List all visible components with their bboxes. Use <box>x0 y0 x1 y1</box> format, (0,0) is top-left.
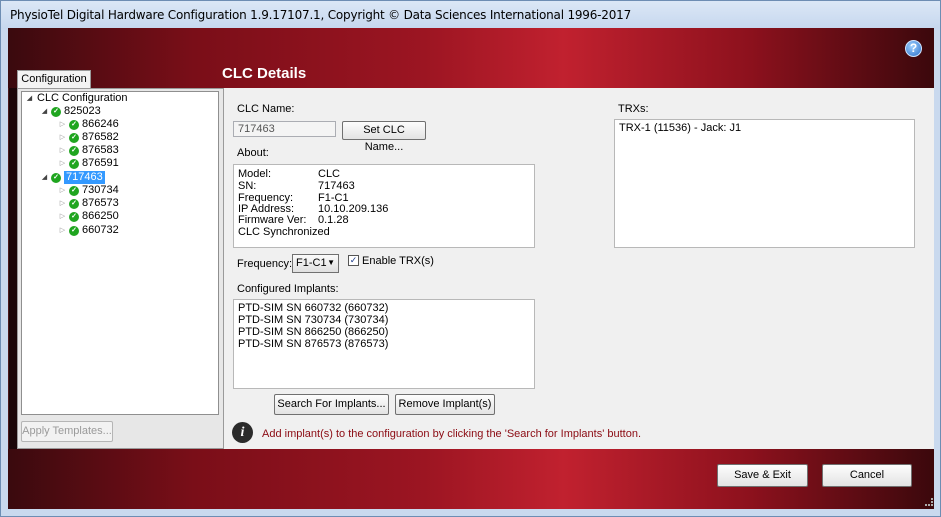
clc-name-label: CLC Name: <box>237 103 295 115</box>
collapse-triangle-icon[interactable]: ▷ <box>58 118 67 131</box>
about-label: About: <box>237 147 269 159</box>
list-item[interactable]: PTD-SIM SN 876573 (876573) <box>238 338 530 350</box>
tree-node-label: 717463 <box>64 171 105 184</box>
configured-implants-label: Configured Implants: <box>237 283 339 295</box>
trx-list[interactable]: TRX-1 (11536) - Jack: J1 <box>614 119 915 248</box>
enable-trx-checkbox[interactable]: ✓ <box>348 255 359 266</box>
tree-node-implant[interactable]: ▷ ✓ 866250 <box>58 210 119 223</box>
collapse-triangle-icon[interactable]: ▷ <box>58 224 67 237</box>
expand-triangle-icon[interactable]: ◢ <box>40 171 49 184</box>
search-implants-button[interactable]: Search For Implants... <box>274 394 389 415</box>
check-icon: ✓ <box>69 119 79 130</box>
clc-name-field[interactable]: 717463 <box>233 121 336 137</box>
check-icon: ✓ <box>69 198 79 209</box>
save-exit-button[interactable]: Save & Exit <box>717 464 808 487</box>
resize-grip-icon[interactable] <box>925 498 933 506</box>
configuration-tree[interactable] <box>21 91 219 415</box>
collapse-triangle-icon[interactable]: ▷ <box>58 131 67 144</box>
check-icon: ✓ <box>69 145 79 156</box>
tree-node-label: 876573 <box>82 197 119 209</box>
tree-node-label: 866250 <box>82 210 119 222</box>
set-clc-name-button[interactable]: Set CLC Name... <box>342 121 426 153</box>
expand-triangle-icon[interactable]: ◢ <box>25 92 34 105</box>
about-value: 0.1.28 <box>318 214 349 226</box>
about-value: 717463 <box>318 180 355 192</box>
tree-node-implant[interactable]: ▷ ✓ 660732 <box>58 224 119 237</box>
tab-configuration[interactable]: Configuration <box>17 70 91 89</box>
tree-root-label: CLC Configuration <box>37 92 128 104</box>
enable-trx-label: Enable TRX(s) <box>362 255 434 267</box>
cancel-button[interactable]: Cancel <box>822 464 912 487</box>
tree-node-label: 876582 <box>82 131 119 143</box>
trx-label: TRXs: <box>618 103 649 115</box>
check-icon: ✓ <box>51 106 61 117</box>
check-icon: ✓ <box>69 211 79 222</box>
tree-node-label: 876591 <box>82 157 119 169</box>
collapse-triangle-icon[interactable]: ▷ <box>58 210 67 223</box>
title-bar: PhysioTel Digital Hardware Configuration… <box>1 1 940 29</box>
frequency-value: F1-C1 <box>296 257 327 269</box>
sync-status: CLC Synchronized <box>238 226 330 238</box>
collapse-triangle-icon[interactable]: ▷ <box>58 184 67 197</box>
chevron-down-icon: ▼ <box>327 258 335 267</box>
list-item[interactable]: PTD-SIM SN 660732 (660732) <box>238 302 530 314</box>
tree-node-implant[interactable]: ▷ ✓ 876582 <box>58 131 119 144</box>
tree-node-clc-selected[interactable]: ◢ ✓ 717463 <box>40 171 105 184</box>
expand-triangle-icon[interactable]: ◢ <box>40 105 49 118</box>
list-item[interactable]: PTD-SIM SN 866250 (866250) <box>238 326 530 338</box>
collapse-triangle-icon[interactable]: ▷ <box>58 157 67 170</box>
tree-root[interactable]: ◢ CLC Configuration <box>25 92 128 105</box>
check-icon: ✓ <box>69 158 79 169</box>
window-title: PhysioTel Digital Hardware Configuration… <box>10 8 632 22</box>
tree-node-implant[interactable]: ▷ ✓ 866246 <box>58 118 119 131</box>
apply-templates-button[interactable]: Apply Templates... <box>21 421 113 442</box>
check-icon: ✓ <box>69 132 79 143</box>
tree-node-implant[interactable]: ▷ ✓ 876591 <box>58 157 119 170</box>
tree-node-implant[interactable]: ▷ ✓ 876583 <box>58 144 119 157</box>
section-title: CLC Details <box>222 65 307 82</box>
list-item[interactable]: PTD-SIM SN 730734 (730734) <box>238 314 530 326</box>
info-icon: i <box>232 422 253 443</box>
tree-node-label: 730734 <box>82 184 119 196</box>
check-icon: ✓ <box>69 185 79 196</box>
tree-node-implant[interactable]: ▷ ✓ 730734 <box>58 184 119 197</box>
tree-node-label: 876583 <box>82 144 119 156</box>
tree-node-implant[interactable]: ▷ ✓ 876573 <box>58 197 119 210</box>
collapse-triangle-icon[interactable]: ▷ <box>58 197 67 210</box>
tree-node-label: 660732 <box>82 224 119 236</box>
collapse-triangle-icon[interactable]: ▷ <box>58 144 67 157</box>
frequency-label: Frequency: <box>237 258 293 270</box>
tree-node-label: 825023 <box>64 105 101 117</box>
about-key: SN: <box>238 180 257 192</box>
help-icon[interactable]: ? <box>905 40 922 57</box>
about-value: CLC <box>318 168 341 180</box>
check-icon: ✓ <box>51 172 61 183</box>
check-icon: ✓ <box>69 225 79 236</box>
about-key: Model: <box>238 168 272 180</box>
tree-node-clc[interactable]: ◢ ✓ 825023 <box>40 105 101 118</box>
remove-implants-button[interactable]: Remove Implant(s) <box>395 394 495 415</box>
configured-implants-list[interactable]: PTD-SIM SN 660732 (660732) PTD-SIM SN 73… <box>233 299 535 389</box>
header-band <box>8 28 934 88</box>
list-item[interactable]: TRX-1 (11536) - Jack: J1 <box>619 122 910 134</box>
about-key: Firmware Ver: <box>238 214 307 226</box>
frequency-select[interactable]: F1-C1 ▼ <box>292 254 339 273</box>
tree-node-label: 866246 <box>82 118 119 130</box>
info-message: Add implant(s) to the configuration by c… <box>262 428 642 440</box>
